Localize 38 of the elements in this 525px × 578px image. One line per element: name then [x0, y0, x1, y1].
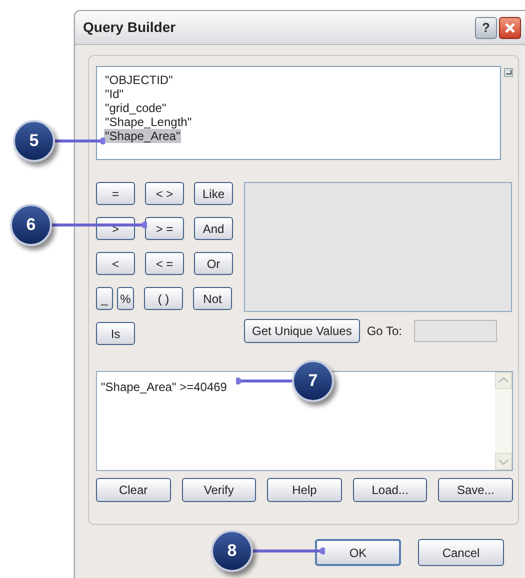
expression-text: "Shape_Area" >=40469 [101, 380, 227, 394]
operator-button[interactable]: % [117, 287, 134, 310]
operator-button[interactable]: ( ) [144, 287, 183, 310]
get-unique-values-button[interactable]: Get Unique Values [244, 319, 360, 343]
field-item[interactable]: "Shape_Area" [104, 129, 182, 143]
dialog-button[interactable]: OK [315, 539, 401, 566]
operator-button[interactable]: And [194, 217, 233, 240]
scroll-down-icon[interactable] [495, 453, 512, 470]
field-item[interactable]: "Id" [104, 87, 125, 101]
go-to-label: Go To: [366, 323, 402, 340]
expression-button[interactable]: Clear [96, 478, 171, 502]
go-to-field[interactable] [414, 320, 497, 342]
operator-button[interactable]: < [96, 252, 135, 275]
expression-button[interactable]: Load... [352, 478, 428, 502]
help-button[interactable]: ? [475, 16, 497, 38]
scroll-up-icon[interactable] [495, 372, 512, 389]
expression-button[interactable]: Help [267, 478, 342, 502]
close-button[interactable] [499, 16, 521, 38]
operator-button[interactable]: Like [194, 182, 233, 205]
callout-number: 6 [10, 204, 52, 246]
operator-button[interactable]: Or [194, 252, 233, 275]
expression-button[interactable]: Save... [438, 478, 513, 502]
operator-button[interactable]: > = [145, 217, 184, 240]
operator-button[interactable]: Is [96, 322, 135, 345]
operator-button[interactable]: _ [96, 287, 113, 310]
operator-button[interactable]: < = [145, 252, 184, 275]
window-title: Query Builder [83, 18, 177, 37]
expand-icon [504, 68, 513, 77]
dialog-button[interactable]: Cancel [418, 539, 504, 566]
field-item[interactable]: "OBJECTID" [104, 73, 174, 87]
field-item[interactable]: "grid_code" [104, 101, 168, 115]
close-icon [504, 22, 516, 34]
callout-number: 5 [13, 120, 55, 162]
expression-button[interactable]: Verify [182, 478, 256, 502]
operator-button[interactable]: < > [145, 182, 184, 205]
operator-button[interactable]: = [96, 182, 135, 205]
field-item[interactable]: "Shape_Length" [104, 115, 193, 129]
operator-button[interactable]: Not [193, 287, 232, 310]
